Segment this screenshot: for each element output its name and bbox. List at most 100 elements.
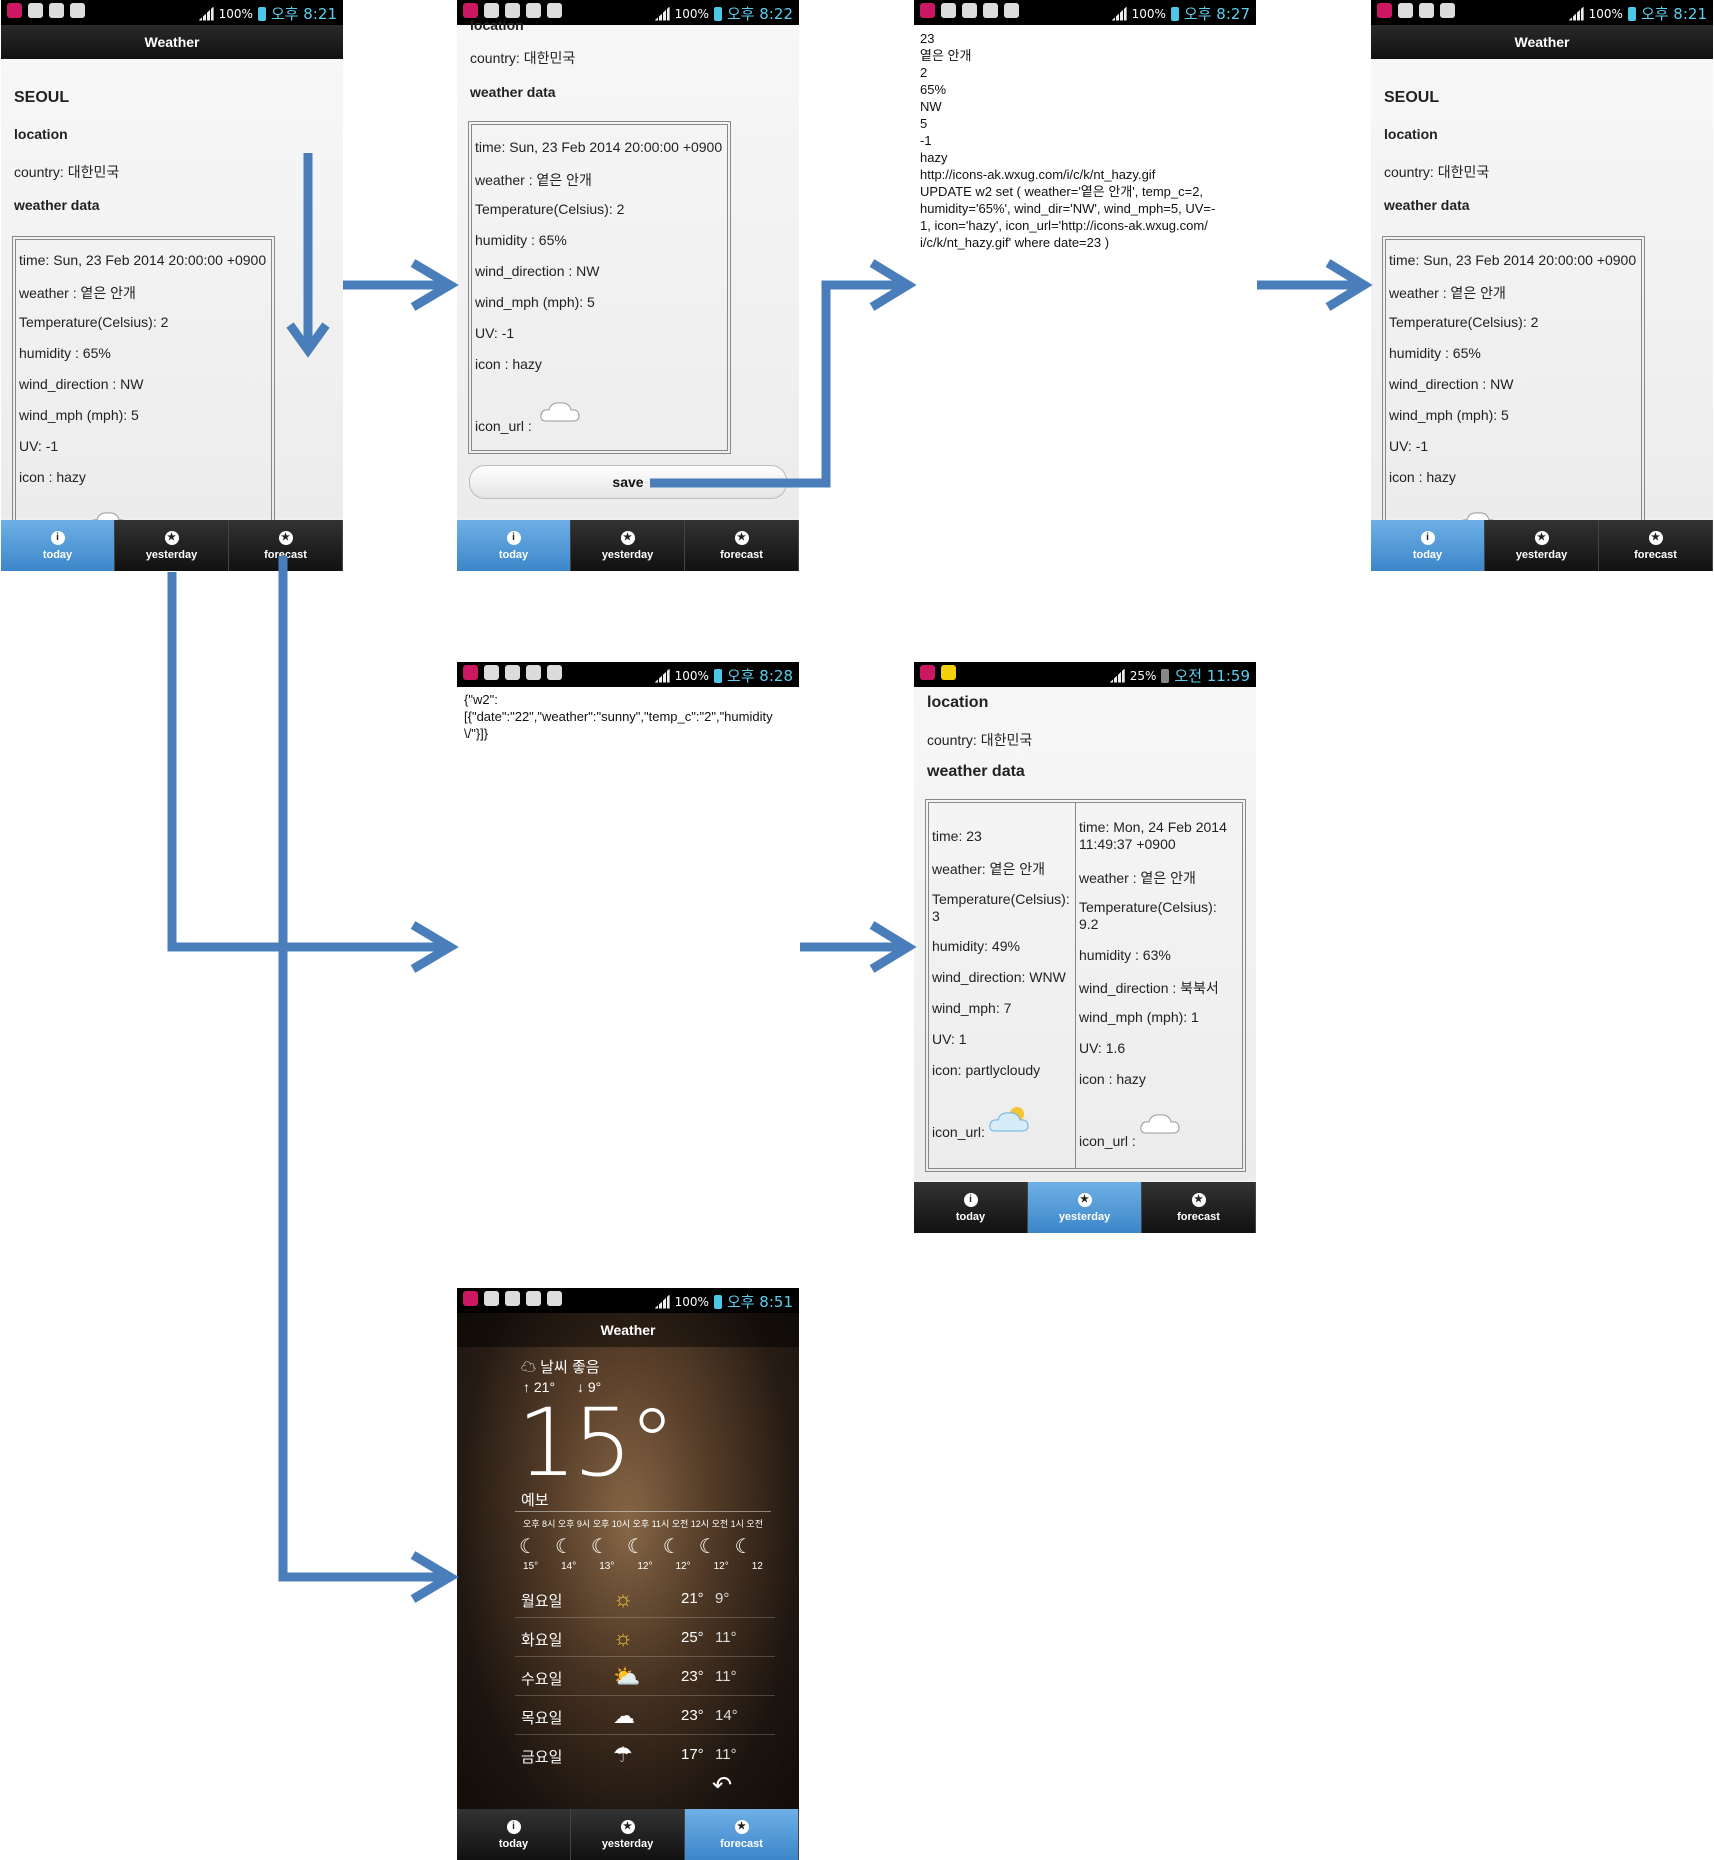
status-bar: 100% 오후 8:21	[1371, 0, 1713, 25]
tab-forecast[interactable]: ★ forecast	[685, 1809, 799, 1860]
json-line: \/"}]}	[464, 726, 489, 741]
notification-icon	[28, 3, 43, 18]
json-line: {"w2":	[464, 692, 498, 707]
row-wind-mph: wind_mph (mph): 5	[1389, 407, 1509, 423]
row-wind-direction: wind_direction : 북북서	[1079, 980, 1219, 996]
hour-temp: 12°	[675, 1561, 691, 1572]
weather-data-heading: weather data	[14, 197, 100, 213]
moon-icon: ☾	[590, 1536, 609, 1558]
row-time: time: Sun, 23 Feb 2014 20:00:00 +0900	[19, 252, 267, 268]
carrier-icon	[1377, 3, 1392, 18]
star-icon: ★	[734, 1819, 749, 1834]
row-icon: icon : hazy	[1389, 469, 1456, 485]
arrow-head	[1325, 259, 1373, 311]
yesterday-column: time: 23 weather: 옅은 안개 Temperature(Cels…	[929, 803, 1076, 1168]
tab-forecast[interactable]: ★ forecast	[1142, 1182, 1256, 1233]
row-wind-mph: wind_mph: 7	[932, 1000, 1012, 1016]
tab-forecast[interactable]: ★ forecast	[1599, 520, 1713, 571]
tab-label: forecast	[720, 548, 763, 561]
row-time: time: 23	[932, 828, 982, 844]
clock: 오후 8:21	[1640, 5, 1707, 23]
tab-today[interactable]: i today	[1371, 520, 1485, 571]
clock: 오후 8:21	[270, 5, 337, 23]
star-icon: ★	[620, 1819, 635, 1834]
star-icon: ★	[734, 530, 749, 545]
day-row[interactable]: 월요일 ☼ 21° 9°	[515, 1581, 775, 1618]
row-weather: weather : 옅은 안개	[475, 172, 592, 188]
partly-cloudy-icon: ⛅	[613, 1664, 641, 1689]
tab-today[interactable]: i today	[1, 520, 115, 571]
arrow-yesterday-json	[167, 572, 450, 952]
row-time: time: Sun, 23 Feb 2014 20:00:00 +0900	[1389, 252, 1637, 268]
battery-icon	[713, 668, 722, 683]
content: SEOUL location country: 대한민국 weather dat…	[1371, 59, 1713, 544]
usb-icon	[547, 665, 562, 680]
row-temperature: Temperature(Celsius):	[1079, 899, 1217, 915]
weather-data-heading: weather data	[470, 84, 556, 100]
weather-data-heading: weather data	[927, 763, 1025, 780]
hour-temp: 12°	[713, 1561, 729, 1572]
tab-today[interactable]: i today	[457, 520, 571, 571]
battery-icon	[713, 6, 722, 21]
moon-icon: ☾	[519, 1536, 537, 1558]
star-icon: ★	[1191, 1192, 1206, 1207]
row-wind-mph: wind_mph (mph): 5	[475, 294, 595, 310]
day-row[interactable]: 화요일 ☼ 25° 11°	[515, 1620, 775, 1657]
row-temperature-value: 3	[932, 908, 940, 924]
tab-forecast[interactable]: ★ forecast	[229, 520, 343, 571]
signal-icon	[1111, 6, 1127, 21]
row-icon-url: icon_url :	[475, 418, 532, 434]
day-low: 11°	[715, 1668, 737, 1685]
tab-yesterday[interactable]: ★ yesterday	[571, 1809, 685, 1860]
arrow-head	[410, 921, 459, 973]
update-output: 23 옅은 안개 2 65% NW 5 -1 hazy http://icons…	[920, 30, 1250, 251]
row-temperature: Temperature(Celsius): 2	[19, 314, 169, 330]
usb-icon	[70, 3, 85, 18]
save-button[interactable]: save	[469, 465, 787, 499]
row-icon: icon : hazy	[19, 469, 86, 485]
back-icon[interactable]: ↶	[712, 1771, 732, 1800]
arrow-head	[410, 1551, 459, 1603]
battery-percent: 100%	[218, 6, 253, 21]
country-text: country: 대한민국	[1384, 164, 1490, 180]
tab-label: yesterday	[145, 548, 198, 561]
moon-icon: ☾	[734, 1536, 753, 1558]
star-icon: ★	[1648, 530, 1663, 545]
hazy-cloud-icon	[540, 402, 580, 422]
row-humidity: humidity : 63%	[1079, 947, 1171, 963]
tab-yesterday[interactable]: ★ yesterday	[115, 520, 229, 571]
cloud-icon: ☁	[613, 1703, 635, 1728]
day-row[interactable]: 수요일 ⛅ 23° 11°	[515, 1659, 775, 1696]
sun-icon: ☼	[613, 1625, 634, 1650]
row-weather: weather: 옅은 안개	[932, 861, 1045, 877]
notification-icon	[505, 1291, 520, 1306]
weather-box: time: Sun, 23 Feb 2014 20:00:00 +0900 we…	[12, 236, 275, 544]
today-column: time: Mon, 24 Feb 2014 11:49:37 +0900 we…	[1076, 803, 1242, 1168]
forecast-label: 예보	[521, 1492, 549, 1509]
day-row[interactable]: 목요일 ☁ 23° 14°	[515, 1698, 775, 1735]
tab-yesterday[interactable]: ★ yesterday	[1485, 520, 1599, 571]
gallery-icon	[484, 665, 499, 680]
clock: 오후 8:28	[726, 667, 793, 685]
tab-yesterday[interactable]: ★ yesterday	[1028, 1182, 1142, 1233]
day-row[interactable]: 금요일 ☂ 17° 11°	[515, 1737, 775, 1773]
android-icon	[1419, 3, 1434, 18]
battery-percent: 25%	[1129, 668, 1157, 683]
tab-today[interactable]: i today	[914, 1182, 1028, 1233]
tab-yesterday[interactable]: ★ yesterday	[571, 520, 685, 571]
location-heading: location	[470, 17, 524, 33]
hour-temp: 12°	[637, 1561, 653, 1572]
battery-percent: 100%	[674, 6, 709, 21]
screen-yesterday: 25% 오전 11:59 location country: 대한민국 weath…	[914, 662, 1256, 1233]
tab-today[interactable]: i today	[457, 1809, 571, 1860]
row-uv: UV: -1	[1389, 438, 1429, 454]
tab-forecast[interactable]: ★ forecast	[685, 520, 799, 571]
notification-icon	[962, 3, 977, 18]
tab-bar: i today ★ yesterday ★ forecast	[1, 520, 343, 571]
screen-json-output: 100% 오후 8:28 {"w2": [{"date":"22","weathe…	[457, 662, 799, 762]
row-humidity: humidity : 65%	[475, 232, 567, 248]
row-uv: UV: -1	[475, 325, 515, 341]
gallery-icon	[484, 3, 499, 18]
moon-icon: ☾	[698, 1536, 717, 1558]
star-icon: ★	[620, 530, 635, 545]
